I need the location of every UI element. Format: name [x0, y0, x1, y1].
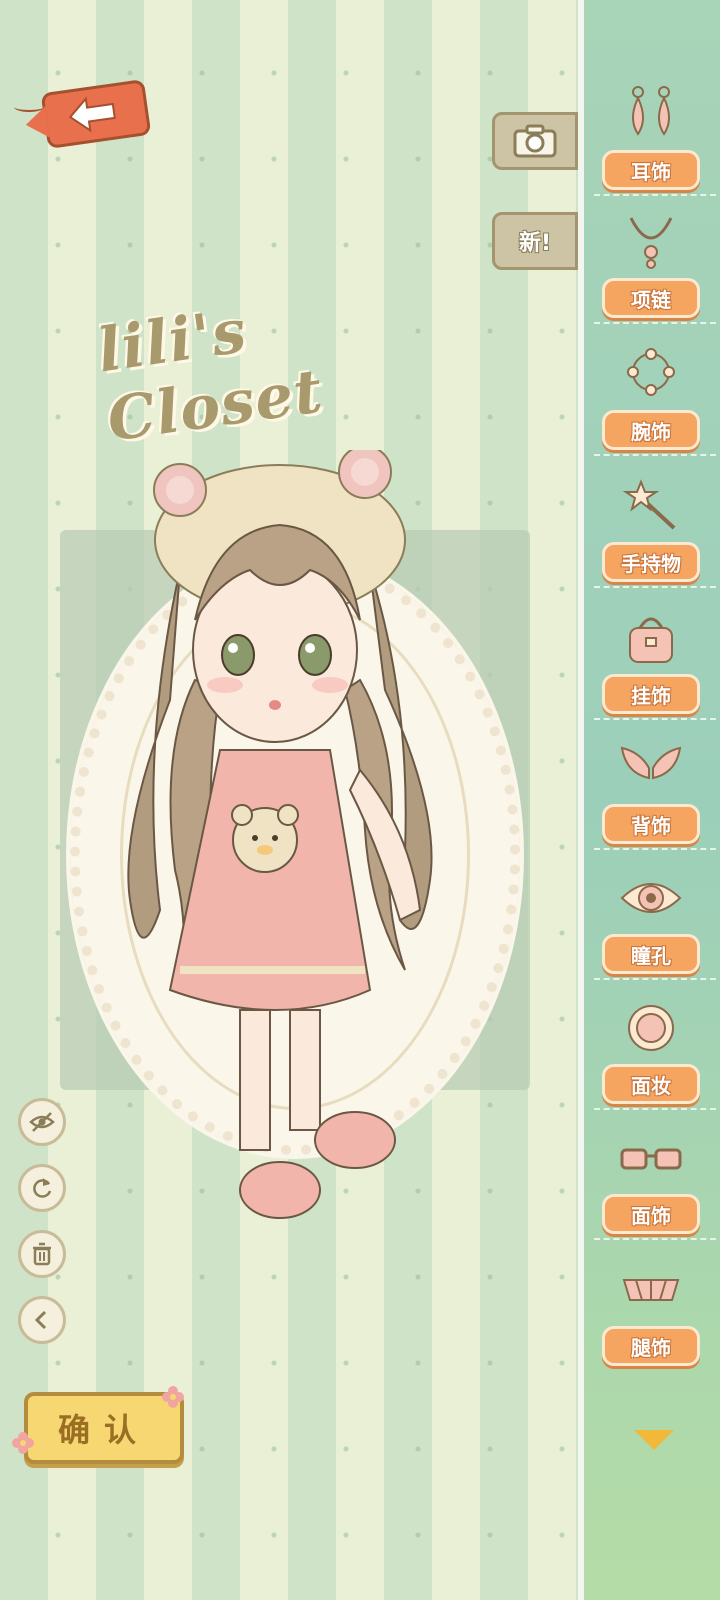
sidebar-item-face[interactable]: 面饰	[594, 1122, 716, 1240]
closet-title: lili's Closet	[93, 296, 328, 456]
necklace-icon	[629, 217, 673, 269]
sidebar-item-label: 瞳孔	[602, 934, 700, 974]
sidebar-item-label: 耳饰	[602, 150, 700, 190]
back-arrow-icon	[68, 96, 116, 133]
new-items-label: 新!	[518, 231, 552, 256]
leg-ribbon-icon	[622, 1279, 680, 1301]
new-items-button[interactable]: 新!	[492, 212, 578, 270]
rotate-button[interactable]	[18, 1164, 66, 1212]
sidebar-item-label: 面饰	[602, 1194, 700, 1234]
sidebar-item-label: 腿饰	[602, 1326, 700, 1366]
sidebar-item-label: 腕饰	[602, 410, 700, 450]
back-chevron-icon	[34, 1310, 47, 1330]
flower-icon	[12, 1432, 34, 1454]
sidebar-item-label: 挂饰	[602, 674, 700, 714]
sidebar-item-label: 面妆	[602, 1064, 700, 1104]
sidebar-item-label: 项链	[602, 278, 700, 318]
sidebar-item-label: 背饰	[602, 804, 700, 844]
sidebar-item-handheld[interactable]: 手持物	[594, 470, 716, 588]
back-button[interactable]	[14, 79, 152, 149]
dressing-stage: 新! lili's Closet 确认	[0, 0, 590, 1600]
delete-button[interactable]	[18, 1230, 66, 1278]
sidebar-item-bracelet[interactable]: 腕饰	[594, 338, 716, 456]
scroll-more-icon[interactable]	[634, 1430, 674, 1450]
sidebar-item-earrings[interactable]: 耳饰	[594, 78, 716, 196]
bag-icon	[629, 617, 673, 663]
sidebar-item-makeup[interactable]: 面妆	[594, 992, 716, 1110]
camera-button[interactable]	[492, 112, 578, 170]
sidebar-item-label: 手持物	[602, 542, 700, 582]
wings-icon	[620, 746, 682, 780]
confirm-label: 确认	[57, 1411, 150, 1449]
hide-icon	[29, 1112, 55, 1132]
hide-button[interactable]	[18, 1098, 66, 1146]
accessory-sidebar[interactable]: 耳饰 项链 腕饰 手持物 挂饰 背饰 瞳孔 面妆 面饰 腿饰	[578, 0, 720, 1600]
camera-icon	[513, 124, 557, 158]
character-figure[interactable]	[120, 450, 450, 1250]
earring-icon	[632, 86, 670, 136]
compact-icon	[628, 1005, 674, 1051]
eye-icon	[620, 883, 682, 913]
sidebar-item-back[interactable]: 背饰	[594, 732, 716, 850]
flower-icon	[162, 1386, 184, 1408]
wand-icon	[622, 479, 676, 530]
glasses-icon	[620, 1148, 682, 1170]
sidebar-item-necklace[interactable]: 项链	[594, 206, 716, 324]
sidebar-item-pendant[interactable]: 挂饰	[594, 602, 716, 720]
trash-icon	[33, 1242, 51, 1266]
sidebar-item-leg[interactable]: 腿饰	[594, 1254, 716, 1372]
sidebar-item-pupil[interactable]: 瞳孔	[594, 862, 716, 980]
collapse-button[interactable]	[18, 1296, 66, 1344]
rotate-icon	[33, 1178, 52, 1198]
bracelet-icon	[627, 348, 675, 396]
